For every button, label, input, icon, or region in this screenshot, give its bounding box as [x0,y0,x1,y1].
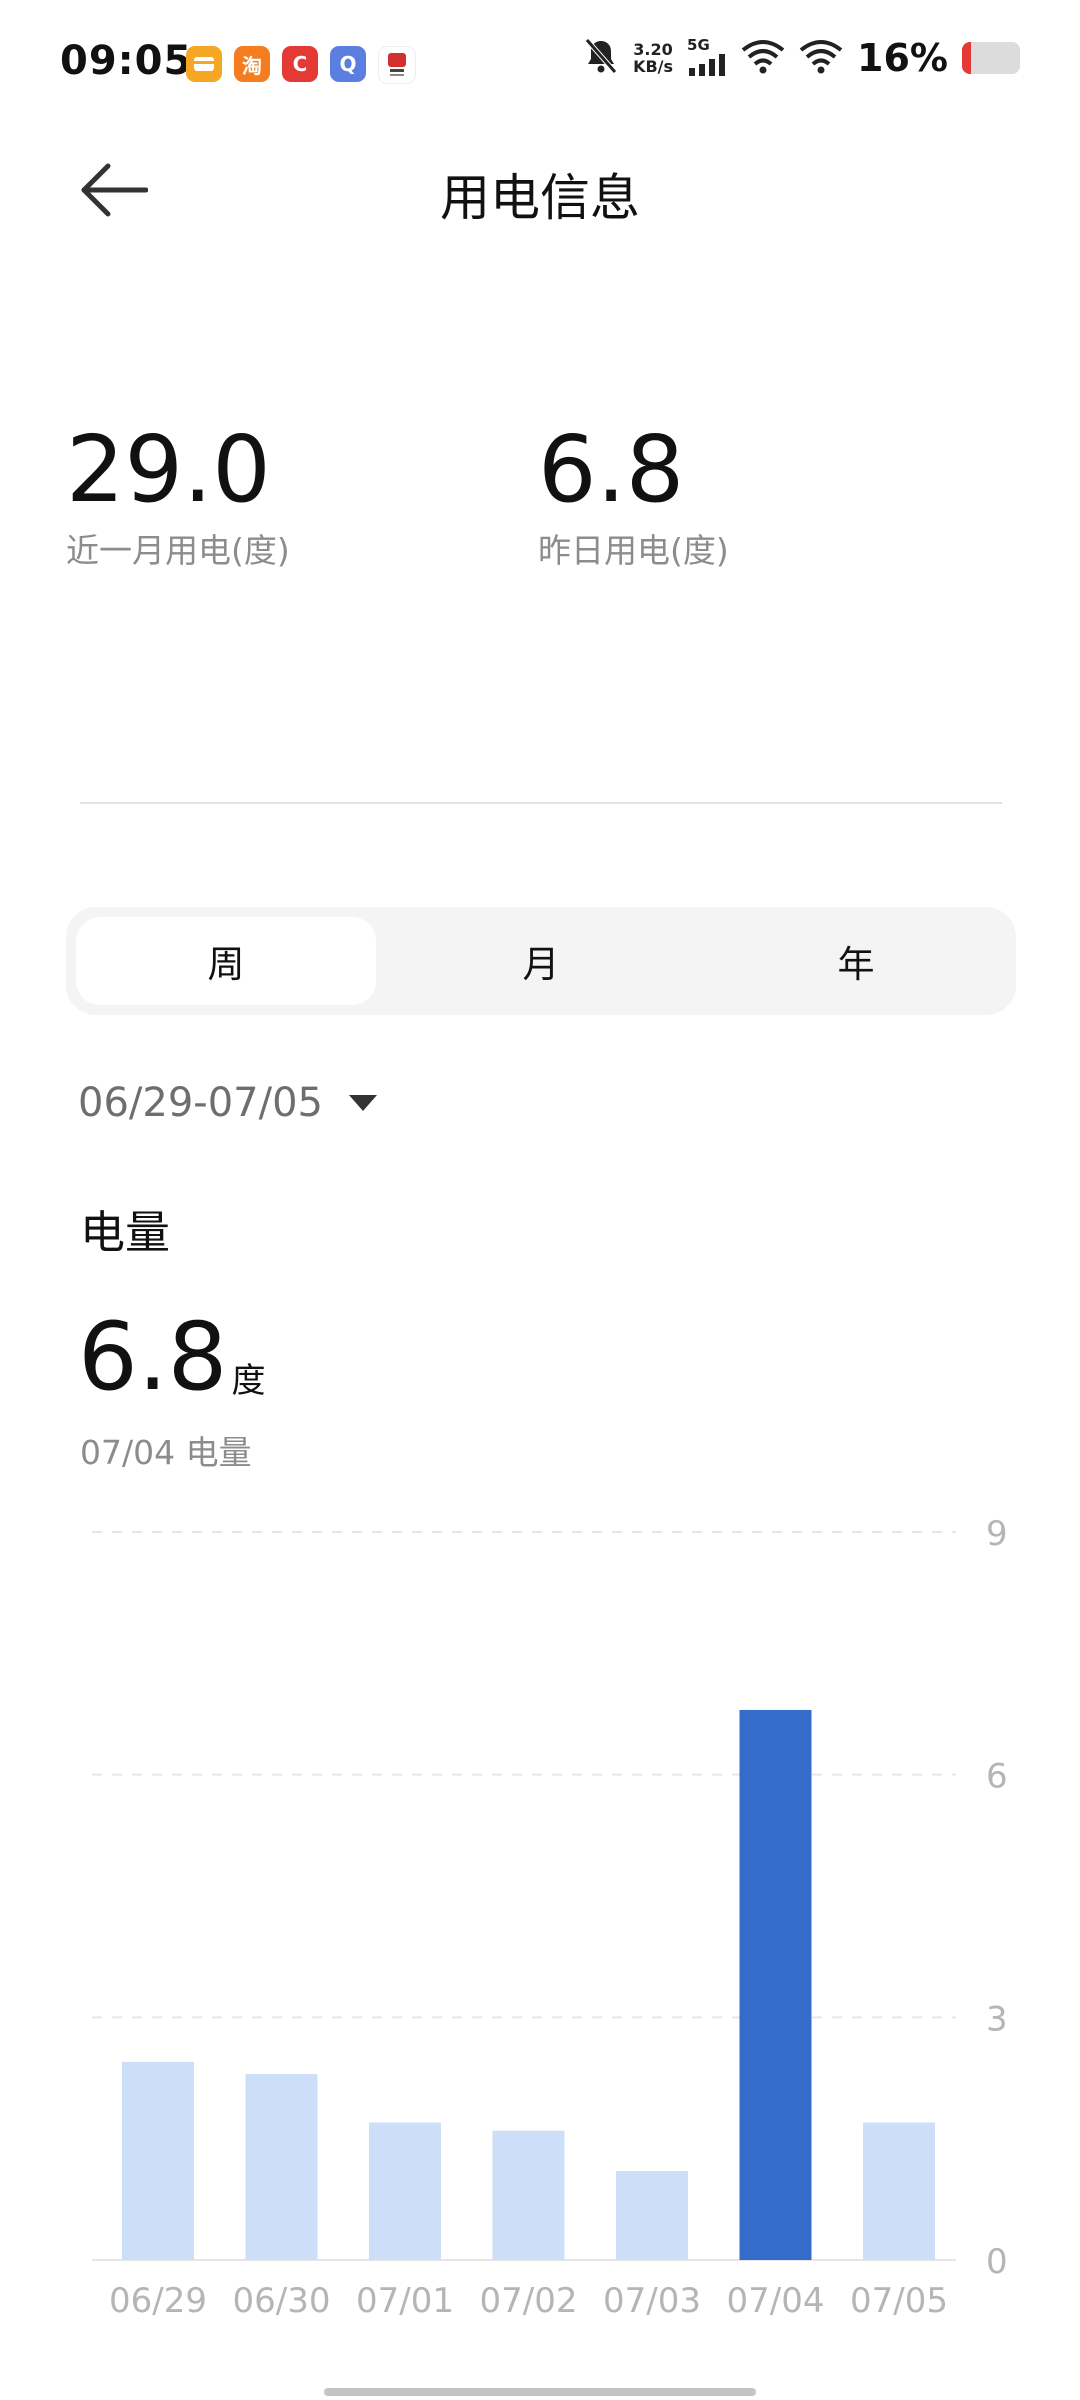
cellular-signal: 5G [687,36,727,80]
bar-07-02[interactable] [492,2130,565,2260]
notification-app-icons: 淘 C Q [186,46,416,84]
tab-year[interactable]: 年 [706,917,1006,1005]
month-usage-value: 29.0 [66,416,271,523]
bar-07-05[interactable] [863,2122,935,2260]
selected-usage-caption: 07/04 电量 [80,1433,252,1472]
section-title: 电量 [80,1206,171,1259]
bar-06-30[interactable] [245,2073,318,2260]
page-title: 用电信息 [440,169,640,227]
status-bar: 09:05 淘 C Q 3.20 KB/s 5G 16% [0,0,1080,120]
mute-bell-icon [583,36,619,80]
yesterday-usage-value: 6.8 [538,416,685,523]
status-time: 09:05 [60,38,193,84]
c-app-icon: C [282,46,318,82]
selected-usage-value: 6.8 [78,1303,228,1412]
month-usage-label: 近一月用电(度) [66,531,290,570]
wifi-secondary-icon [799,38,843,78]
battery-percent: 16% [857,36,948,80]
caret-down-icon [348,1095,377,1111]
x-tick-label: 07/02 [480,2281,578,2321]
x-tick-label: 07/05 [850,2281,948,2321]
network-speed: 3.20 KB/s [633,41,673,75]
wifi-icon [741,38,785,78]
battery-icon [962,42,1020,74]
month-usage-stat: 29.0 近一月用电(度) [66,420,290,572]
tab-week[interactable]: 周 [76,917,376,1005]
selected-usage: 6.8 度 [78,1308,266,1408]
network-speed-unit: KB/s [633,57,674,76]
y-tick-label: 6 [986,1757,1008,1797]
bar-06-29[interactable] [122,2061,194,2260]
x-tick-label: 07/04 [727,2281,825,2321]
signal-type-label: 5G [687,36,710,54]
bar-07-03[interactable] [616,2171,688,2260]
q-app-icon: Q [330,46,366,82]
kfc-app-icon [378,46,416,84]
date-range-selector[interactable]: 06/29-07/05 [78,1080,377,1126]
battery-level-fill [962,42,972,74]
y-tick-label: 3 [986,1999,1008,2039]
status-right-icons: 3.20 KB/s 5G 16% [583,36,1020,80]
yesterday-usage-stat: 6.8 昨日用电(度) [538,420,729,572]
x-tick-label: 07/03 [603,2281,701,2321]
usage-bar-chart: 0 3 6 9 06/29 06/30 07/01 07/02 07/03 07/04 07/05 [92,1514,1008,2321]
yesterday-usage-label: 昨日用电(度) [538,531,729,570]
section-divider [80,802,1002,804]
tab-month[interactable]: 月 [391,917,691,1005]
x-tick-label: 07/01 [356,2281,454,2321]
bar-07-01[interactable] [369,2122,441,2260]
wallet-app-icon [186,46,222,82]
date-range-text: 06/29-07/05 [78,1080,323,1126]
y-tick-label: 0 [986,2242,1008,2282]
selected-usage-unit: 度 [231,1361,266,1401]
home-indicator [324,2388,756,2396]
taobao-app-icon: 淘 [234,46,270,82]
x-tick-label: 06/30 [233,2281,331,2321]
period-tabs: 周 月 年 [66,907,1016,1015]
y-tick-label: 9 [986,1514,1008,1554]
cellular-signal-icon [687,54,727,80]
x-tick-label: 06/29 [109,2281,207,2321]
network-speed-value: 3.20 [633,40,673,59]
bar-07-04[interactable] [739,1709,812,2260]
